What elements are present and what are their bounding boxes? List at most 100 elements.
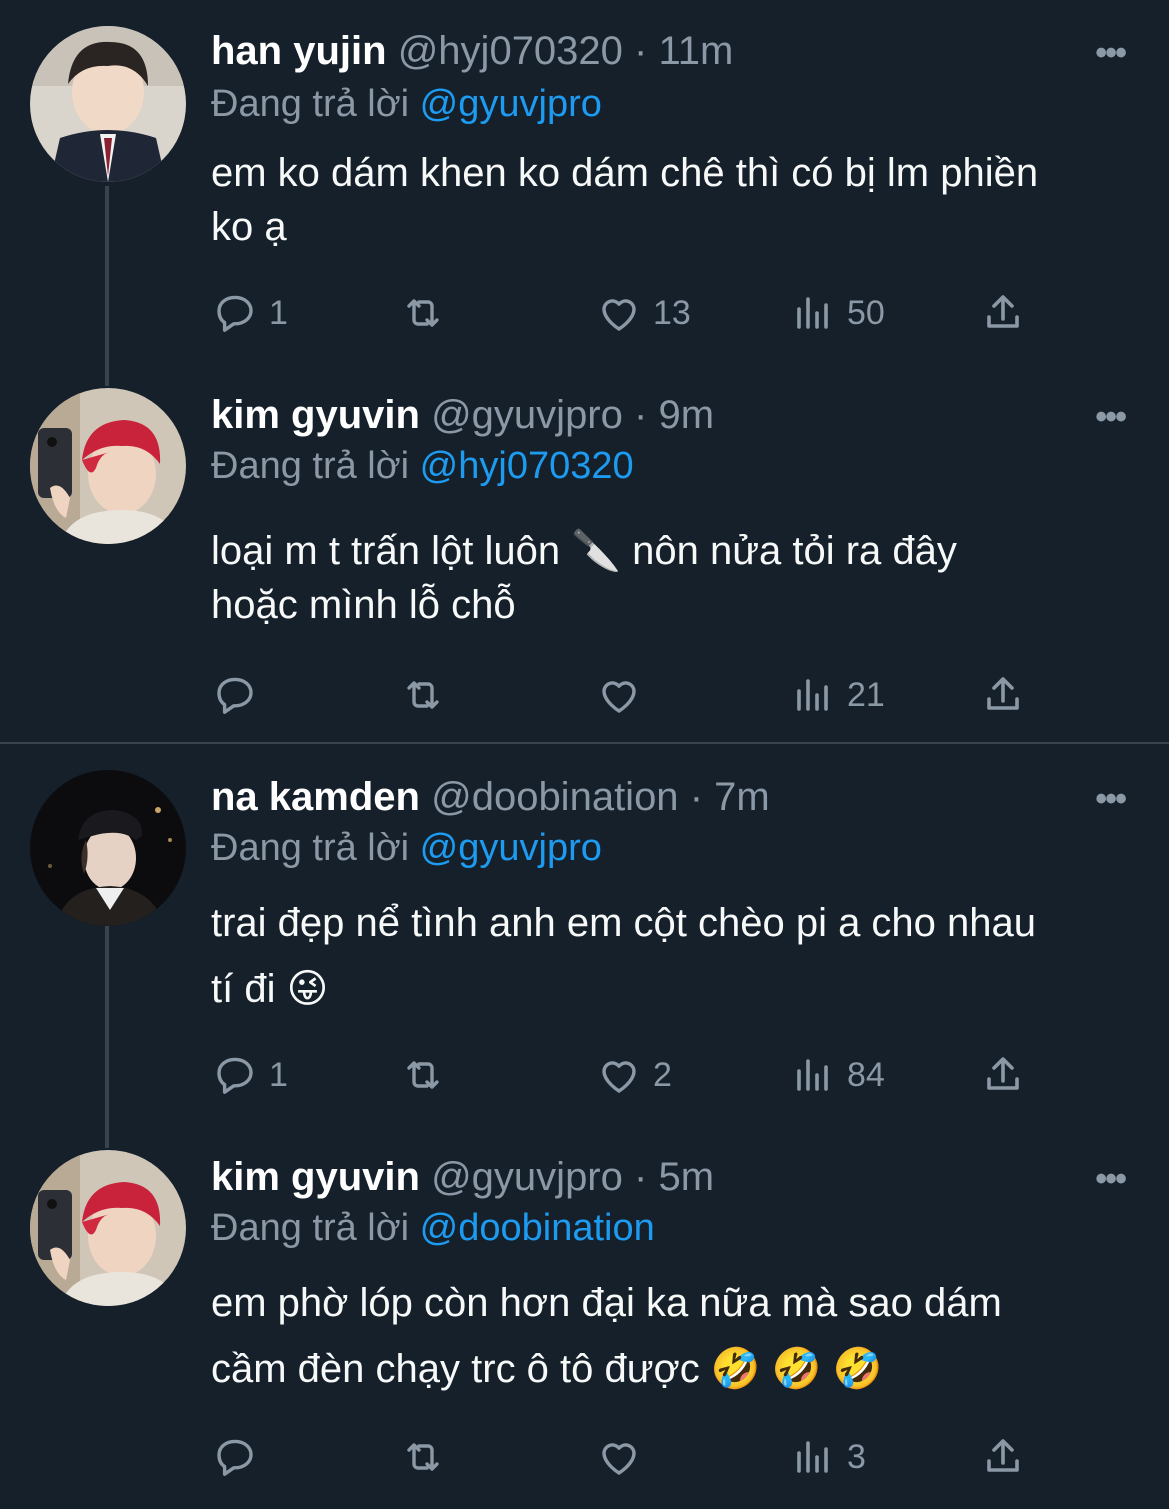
mention-link[interactable]: @gyuvjpro [420, 83, 602, 125]
tweet[interactable]: han yujin @hyj070320 · 11m ••• Đang trả … [0, 0, 1169, 380]
reply-button[interactable] [211, 670, 269, 720]
reply-button[interactable]: 1 [211, 288, 288, 338]
timestamp[interactable]: 7m [714, 775, 770, 819]
action-bar: 1 13 50 [211, 288, 1041, 338]
like-icon [602, 299, 636, 331]
mention-link[interactable]: @doobination [420, 1207, 655, 1249]
tweet-text-line: trai đẹp nể tình anh em cột chèo pi a ch… [211, 901, 1037, 945]
tweet-text: em phờ lóp còn hơn đại ka nữa mà sao dám… [211, 1270, 1141, 1402]
views-button[interactable]: 84 [789, 1050, 885, 1100]
avatar[interactable] [30, 26, 186, 182]
username[interactable]: @gyuvjpro [431, 1155, 623, 1199]
retweet-button[interactable] [399, 288, 447, 338]
views-icon [797, 297, 828, 329]
like-icon [602, 1443, 636, 1475]
like-icon [602, 1061, 636, 1093]
tweet[interactable]: kim gyuvin @gyuvjpro · 9m ••• Đang trả l… [0, 380, 1169, 742]
tweet[interactable]: na kamden @doobination · 7m ••• Đang trả… [0, 744, 1169, 1142]
views-button[interactable]: 50 [789, 288, 885, 338]
reply-button[interactable] [211, 1432, 269, 1482]
tweet-text-line: ko ạ [211, 205, 287, 249]
tweet[interactable]: kim gyuvin @gyuvjpro · 5m ••• Đang trả l… [0, 1142, 1169, 1509]
views-icon [797, 1441, 828, 1473]
display-name[interactable]: na kamden [211, 775, 420, 819]
username[interactable]: @doobination [431, 775, 678, 819]
more-icon[interactable]: ••• [1095, 1160, 1127, 1199]
like-button[interactable]: 13 [595, 288, 691, 338]
tweet-header: kim gyuvin @gyuvjpro · 5m [211, 1152, 714, 1202]
retweet-icon [407, 1061, 439, 1089]
like-button[interactable] [595, 670, 653, 720]
replying-to: Đang trả lời @hyj070320 [211, 442, 634, 490]
share-button[interactable] [979, 1050, 1027, 1100]
reply-icon [217, 677, 253, 714]
retweet-icon [407, 681, 439, 709]
retweet-button[interactable] [399, 1050, 447, 1100]
replying-to: Đang trả lời @gyuvjpro [211, 80, 602, 128]
avatar[interactable] [30, 770, 186, 926]
separator-dot: · [689, 775, 704, 819]
separator-dot: · [634, 393, 648, 437]
tweet-text-line: em ko dám khen ko dám chê thì có bị lm p… [211, 151, 1039, 195]
replying-to: Đang trả lời @doobination [211, 1204, 655, 1252]
mention-link[interactable]: @hyj070320 [420, 445, 634, 487]
reply-icon [217, 295, 253, 332]
timestamp[interactable]: 9m [658, 393, 714, 437]
like-button[interactable] [595, 1432, 653, 1482]
retweet-button[interactable] [399, 670, 447, 720]
views-button[interactable]: 21 [789, 670, 885, 720]
tweet-text-line: em phờ lóp còn hơn đại ka nữa mà sao dám [211, 1281, 1002, 1325]
reply-icon [217, 1057, 253, 1094]
reply-button[interactable]: 1 [211, 1050, 288, 1100]
display-name[interactable]: kim gyuvin [211, 393, 420, 437]
reply-icon [217, 1439, 253, 1476]
views-button[interactable]: 3 [789, 1432, 866, 1482]
tweet-text-line: cầm đèn chạy trc ô tô được 🤣 🤣 🤣 [211, 1347, 883, 1391]
more-icon[interactable]: ••• [1095, 398, 1127, 437]
share-button[interactable] [979, 1432, 1027, 1482]
retweet-icon [407, 1443, 439, 1471]
display-name[interactable]: han yujin [211, 29, 387, 73]
share-button[interactable] [979, 288, 1027, 338]
views-count: 21 [847, 675, 885, 714]
reply-count: 1 [269, 293, 288, 332]
avatar-image [30, 26, 186, 182]
more-icon[interactable]: ••• [1095, 780, 1127, 819]
tweet-header: na kamden @doobination · 7m [211, 772, 770, 822]
replying-to-label: Đang trả lời [211, 1207, 410, 1249]
replying-to-label: Đang trả lời [211, 827, 410, 869]
views-icon [797, 1059, 828, 1091]
share-button[interactable] [979, 670, 1027, 720]
username[interactable]: @gyuvjpro [431, 393, 623, 437]
tweet-text: trai đẹp nể tình anh em cột chèo pi a ch… [211, 890, 1141, 1022]
tweet-text: loại m t trấn lột luôn 🔪 nôn nửa tỏi ra … [211, 524, 1141, 632]
tweet-text-line: tí đi 😜 [211, 967, 329, 1011]
share-icon [987, 1057, 1019, 1090]
display-name[interactable]: kim gyuvin [211, 1155, 420, 1199]
timestamp[interactable]: 5m [658, 1155, 714, 1199]
like-button[interactable]: 2 [595, 1050, 672, 1100]
more-icon[interactable]: ••• [1095, 34, 1127, 73]
replying-to-label: Đang trả lời [211, 83, 410, 125]
timestamp[interactable]: 11m [659, 29, 734, 73]
views-count: 3 [847, 1437, 866, 1476]
separator-dot: · [634, 29, 648, 73]
share-icon [987, 677, 1019, 710]
tweet-header: han yujin @hyj070320 · 11m [211, 26, 733, 76]
mention-link[interactable]: @gyuvjpro [420, 827, 602, 869]
retweet-icon [407, 299, 439, 327]
reply-count: 1 [269, 1055, 288, 1094]
action-bar: 3 [211, 1432, 1041, 1482]
username[interactable]: @hyj070320 [398, 29, 623, 73]
views-count: 84 [847, 1055, 885, 1094]
separator-dot: · [634, 1155, 648, 1199]
retweet-button[interactable] [399, 1432, 447, 1482]
views-count: 50 [847, 293, 885, 332]
tweet-header: kim gyuvin @gyuvjpro · 9m [211, 390, 714, 440]
tweet-text: em ko dám khen ko dám chê thì có bị lm p… [211, 146, 1141, 254]
avatar[interactable] [30, 388, 186, 544]
replying-to-label: Đang trả lời [211, 445, 410, 487]
avatar[interactable] [30, 1150, 186, 1306]
like-icon [602, 681, 636, 713]
avatar-image [30, 388, 186, 544]
